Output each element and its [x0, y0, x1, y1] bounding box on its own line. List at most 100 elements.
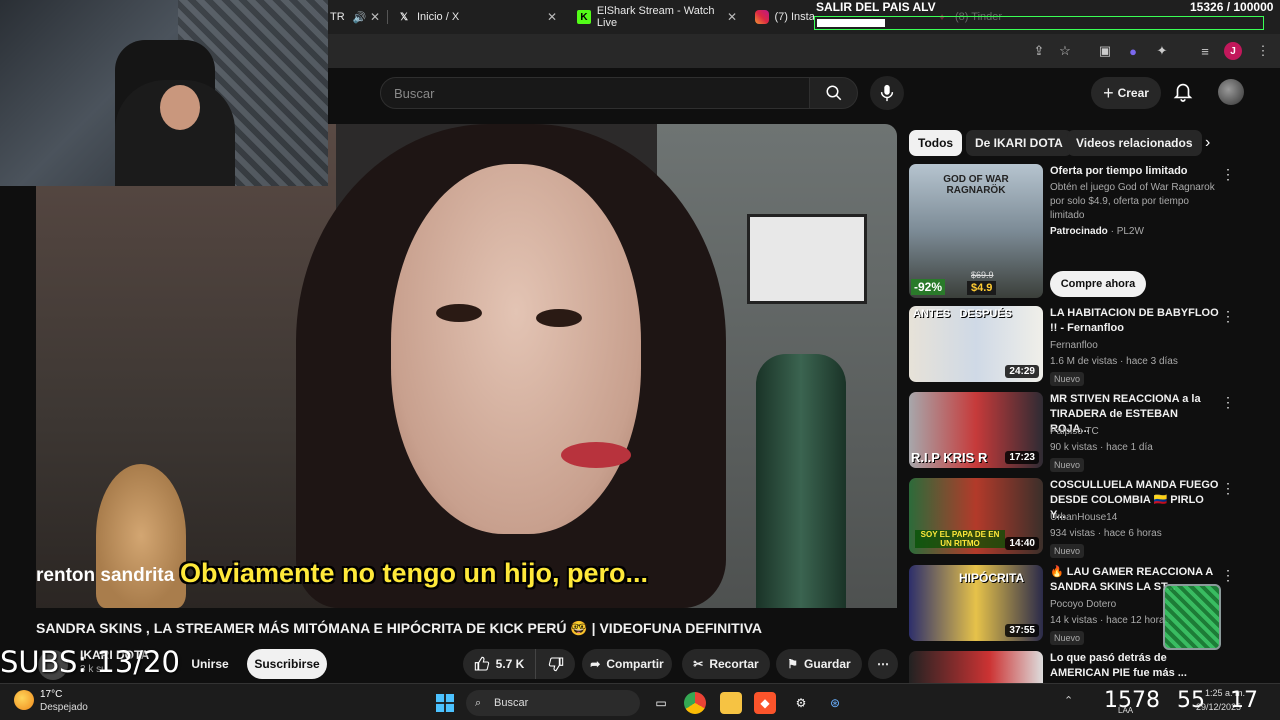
video-duration: 14:40	[1005, 537, 1039, 550]
close-icon[interactable]: ✕	[370, 10, 380, 24]
thumbnail-text: SOY EL PAPA DE EN UN RITMO	[915, 530, 1005, 548]
weather-temp[interactable]: 17°C	[40, 689, 62, 700]
steam-icon[interactable]: ⊛	[824, 692, 846, 714]
video-scene-left	[36, 124, 336, 608]
video-title[interactable]: LA HABITACION DE BABYFLOO !! - Fernanflo…	[1050, 306, 1220, 336]
language-indicator[interactable]: LAA	[1118, 706, 1133, 715]
scissors-icon: ✂	[693, 657, 704, 671]
channel-name[interactable]: Palpiso TC	[1050, 426, 1099, 437]
like-button[interactable]: 5.7 K	[463, 649, 535, 679]
webcam-overlay	[0, 0, 328, 186]
discount-badge: -92%	[911, 279, 946, 295]
create-label: Crear	[1117, 86, 1149, 100]
task-view-icon[interactable]: ▭	[650, 692, 672, 714]
tab-x[interactable]: 𝕏 Inicio / X ✕	[397, 6, 557, 28]
share-label: Compartir	[606, 657, 664, 671]
video-player[interactable]: renton sandrita Obviamente no tengo un h…	[36, 124, 897, 608]
channel-name[interactable]: Pocoyo Dotero	[1050, 599, 1116, 610]
create-button[interactable]: + Crear	[1091, 77, 1161, 109]
sponsored-label: Patrocinado	[1050, 226, 1108, 237]
sponsor-name: PL2W	[1116, 226, 1144, 237]
join-button[interactable]: Unirse	[182, 649, 238, 679]
recommendation-item[interactable]: SOY EL PAPA DE EN UN RITMO 14:40 COSCULL…	[909, 478, 1239, 558]
ad-sponsor: Patrocinado · PL2W	[1050, 226, 1144, 237]
search-button[interactable]	[809, 77, 858, 109]
media-control-icon[interactable]: ≡	[1196, 42, 1214, 60]
channel-name[interactable]: UrbanHouse14	[1050, 512, 1117, 523]
video-thumbnail[interactable]: ANTES DESPUÉS 24:29	[909, 306, 1043, 382]
more-vertical-icon[interactable]: ⋮	[1221, 394, 1235, 411]
recommendation-item[interactable]: Lo que pasó detrás de AMERICAN PIE fue m…	[909, 651, 1239, 683]
taskbar-search[interactable]: ⌕ Buscar	[466, 690, 640, 716]
more-vertical-icon[interactable]: ⋮	[1221, 567, 1235, 584]
like-count: 5.7 K	[495, 657, 525, 671]
video-eye	[536, 309, 582, 327]
file-explorer-icon[interactable]	[720, 692, 742, 714]
close-icon[interactable]: ✕	[727, 10, 737, 24]
notifications-button[interactable]	[1172, 80, 1196, 104]
clip-button[interactable]: ✂ Recortar	[682, 649, 770, 679]
voice-search-button[interactable]	[870, 76, 904, 110]
menu-icon[interactable]: ⋮	[1254, 42, 1272, 60]
video-duration: 37:55	[1005, 624, 1039, 637]
ad-item[interactable]: GOD OF WAR RAGNARÖK -92% $69.9 $4.9 Ofer…	[909, 164, 1239, 300]
video-thumbnail[interactable]: R.I.P KRIS R 17:23	[909, 392, 1043, 468]
tab-label: (7) Instagram	[774, 11, 816, 23]
chrome-icon[interactable]	[684, 692, 706, 714]
more-vertical-icon[interactable]: ⋮	[1221, 166, 1235, 183]
save-button[interactable]: ⚑ Guardar	[776, 649, 862, 679]
buy-now-button[interactable]: Compre ahora	[1050, 271, 1146, 297]
chip-all[interactable]: Todos	[909, 130, 963, 156]
video-meta: 934 vistas · hace 6 horas	[1050, 528, 1162, 539]
search-icon: ⌕	[475, 696, 482, 709]
streamer-face	[160, 85, 200, 130]
recommendation-item[interactable]: R.I.P KRIS R 17:23 MR STIVEN REACCIONA a…	[909, 392, 1239, 472]
video-thumbnail[interactable]: HIPÓCRITA 37:55	[909, 565, 1043, 641]
more-vertical-icon[interactable]: ⋮	[1221, 480, 1235, 497]
more-vertical-icon[interactable]: ⋮	[1221, 308, 1235, 325]
brave-icon[interactable]: ◆	[754, 692, 776, 714]
picture-in-picture-icon[interactable]: ▣	[1096, 42, 1114, 60]
channel-name[interactable]: Fernanfloo	[1050, 340, 1098, 351]
install-icon[interactable]: ⇪	[1030, 42, 1048, 60]
speaker-icon[interactable]: 🔊	[353, 11, 367, 24]
overlay-trash-widget	[1163, 584, 1221, 650]
subscribe-button[interactable]: Suscribirse	[247, 649, 327, 679]
recommendation-item[interactable]: ANTES DESPUÉS 24:29 LA HABITACION DE BAB…	[909, 306, 1239, 386]
puzzle-icon[interactable]: ✦	[1153, 42, 1171, 60]
ad-thumbnail[interactable]: GOD OF WAR RAGNARÖK -92% $69.9 $4.9	[909, 164, 1043, 298]
more-actions-button[interactable]: ⋯	[868, 649, 898, 679]
chip-channel[interactable]: De IKARI DOTA	[966, 130, 1072, 156]
ad-title[interactable]: Oferta por tiempo limitado	[1050, 164, 1220, 179]
chevron-right-icon[interactable]: ›	[1205, 134, 1210, 152]
microphone-icon	[880, 84, 894, 102]
search-input[interactable]: Buscar	[380, 77, 810, 109]
goal-count: 15326 / 100000	[1190, 0, 1274, 14]
weather-icon[interactable]	[14, 690, 34, 710]
video-thumbnail[interactable]	[909, 651, 1043, 683]
extension-icon[interactable]: ●	[1124, 42, 1142, 60]
caption-partial: renton sandrita	[36, 565, 175, 586]
account-avatar[interactable]	[1218, 79, 1244, 105]
chevron-up-icon[interactable]: ⌃	[1064, 694, 1073, 707]
share-icon: ➦	[590, 657, 601, 671]
video-title[interactable]: Lo que pasó detrás de AMERICAN PIE fue m…	[1050, 651, 1220, 681]
dislike-button[interactable]	[535, 649, 575, 679]
windows-start-icon[interactable]	[434, 692, 456, 714]
tab-instagram[interactable]: (7) Instagram	[755, 6, 815, 28]
profile-avatar[interactable]: J	[1224, 42, 1242, 60]
video-thumbnail[interactable]: SOY EL PAPA DE EN UN RITMO 14:40	[909, 478, 1043, 554]
tab-kick[interactable]: K ElShark Stream - Watch Live ✕	[577, 5, 737, 29]
x-logo-icon: 𝕏	[399, 11, 409, 23]
share-button[interactable]: ➦ Compartir	[582, 649, 672, 679]
taskbar-search-label: Buscar	[494, 697, 529, 709]
close-icon[interactable]: ✕	[547, 10, 557, 24]
tab-tr[interactable]: TR 🔊 ✕	[330, 6, 380, 28]
goal-progress-bar	[814, 16, 1264, 30]
weather-desc[interactable]: Despejado	[40, 702, 88, 713]
thumbs-down-icon	[548, 657, 563, 672]
chip-related[interactable]: Videos relacionados	[1067, 130, 1202, 156]
tab-label: ElShark Stream - Watch Live	[596, 5, 715, 29]
bookmark-star-icon[interactable]: ☆	[1056, 42, 1074, 60]
app-icon[interactable]: ⚙	[790, 692, 812, 714]
